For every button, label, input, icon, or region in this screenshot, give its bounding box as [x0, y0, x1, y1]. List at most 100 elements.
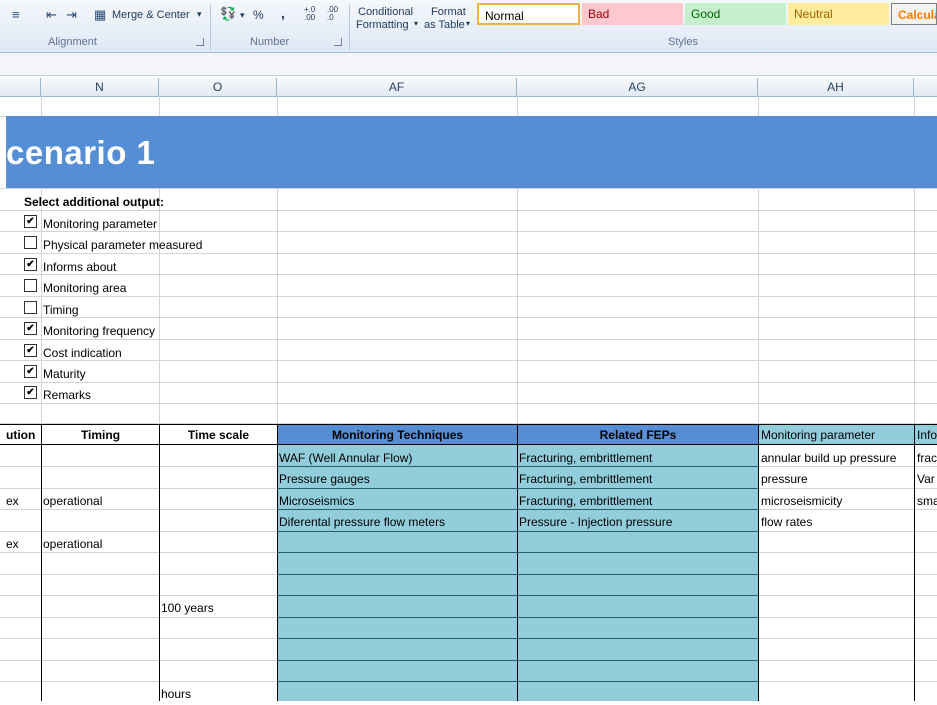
checkbox-monitoring-parameter[interactable]: ✔ — [24, 215, 37, 229]
option-label: Monitoring area — [43, 280, 127, 295]
cell-parameter[interactable]: pressure — [761, 469, 913, 490]
cell-time-scale[interactable]: 100 years — [161, 598, 275, 619]
scenario-banner[interactable]: cenario 1 — [6, 116, 937, 188]
option-remarks[interactable]: ✔ Remarks — [24, 386, 91, 402]
accounting-format-icon[interactable]: 💱 — [220, 7, 236, 21]
merge-dropdown-icon[interactable]: ▾ — [197, 9, 202, 20]
merge-center-button[interactable]: Merge & Center — [112, 9, 190, 21]
checkbox-monitoring-frequency[interactable]: ✔ — [24, 322, 37, 336]
header-informs[interactable]: Info — [914, 424, 937, 445]
header-resolution[interactable]: ution — [0, 424, 42, 445]
option-label: Remarks — [43, 387, 92, 402]
option-physical-parameter[interactable]: Physical parameter measured — [24, 236, 202, 252]
checkbox-maturity[interactable]: ✔ — [24, 365, 37, 379]
spreadsheet-grid[interactable]: cenario 1 Select additional output: ✔ Mon… — [0, 96, 937, 701]
cell-info[interactable]: sma — [917, 491, 937, 512]
option-monitoring-parameter[interactable]: ✔ Monitoring parameter — [24, 215, 157, 231]
option-timing[interactable]: Timing — [24, 301, 79, 317]
column-header-n[interactable]: N — [41, 78, 159, 96]
align-right-icon[interactable]: ≡ — [12, 8, 20, 22]
decrease-decimal-button[interactable]: .00.0 — [327, 6, 338, 22]
checkbox-cost-indication[interactable]: ✔ — [24, 344, 37, 358]
format-as-table-line2[interactable]: as Table — [424, 19, 465, 31]
header-monitoring-techniques[interactable]: Monitoring Techniques — [277, 424, 518, 445]
cell-timing[interactable]: operational — [43, 534, 157, 555]
column-headers: N O AF AG AH — [0, 78, 937, 97]
number-launcher-icon[interactable] — [334, 38, 342, 46]
column-header-ag[interactable]: AG — [517, 78, 758, 96]
cell-fep[interactable]: Fracturing, embrittlement — [519, 469, 756, 490]
gridline — [0, 317, 937, 318]
cell-resolution[interactable]: ex — [6, 491, 40, 512]
style-neutral[interactable]: Neutral — [788, 3, 889, 25]
header-time-scale[interactable]: Time scale — [159, 424, 278, 445]
decrease-indent-icon[interactable]: ⇤ — [46, 8, 57, 22]
option-maturity[interactable]: ✔ Maturity — [24, 365, 86, 381]
select-output-label: Select additional output: — [24, 195, 164, 209]
table-border — [914, 445, 915, 701]
cell-timing[interactable]: operational — [43, 491, 157, 512]
percent-style-button[interactable]: % — [253, 8, 264, 22]
checkbox-remarks[interactable]: ✔ — [24, 386, 37, 400]
formula-bar-area — [0, 53, 937, 76]
table-border — [277, 445, 278, 701]
conditional-dropdown-icon[interactable]: ▾ — [414, 19, 418, 28]
column-header-ah[interactable]: AH — [758, 78, 914, 96]
style-good[interactable]: Good — [685, 3, 786, 25]
cell-technique[interactable]: Diferental pressure flow meters — [279, 512, 515, 533]
increase-decimal-button[interactable]: +.0.00 — [304, 6, 315, 22]
accounting-dropdown-icon[interactable]: ▾ — [240, 10, 245, 21]
cell-fep[interactable]: Pressure - Injection pressure — [519, 512, 756, 533]
gridline — [0, 188, 937, 189]
cell-parameter[interactable]: microseismicity — [761, 491, 913, 512]
alignment-launcher-icon[interactable] — [196, 38, 204, 46]
conditional-formatting-line2[interactable]: Formatting — [356, 19, 409, 31]
header-timing[interactable]: Timing — [41, 424, 160, 445]
option-monitoring-area[interactable]: Monitoring area — [24, 279, 126, 295]
option-informs-about[interactable]: ✔ Informs about — [24, 258, 116, 274]
checkbox-timing[interactable] — [24, 301, 37, 315]
checkbox-monitoring-area[interactable] — [24, 279, 37, 293]
gridline — [0, 360, 937, 361]
conditional-formatting-line1[interactable]: Conditional — [358, 6, 413, 18]
style-bad[interactable]: Bad — [582, 3, 683, 25]
table-border — [517, 445, 518, 701]
table-border — [41, 445, 42, 701]
column-header-hidden[interactable] — [0, 78, 41, 96]
style-calculation[interactable]: Calcula — [891, 3, 937, 25]
cell-resolution[interactable]: ex — [6, 534, 40, 555]
style-normal[interactable]: Normal — [477, 3, 580, 25]
gridline — [0, 210, 937, 211]
column-header-af[interactable]: AF — [277, 78, 517, 96]
cell-fep[interactable]: Fracturing, embrittlement — [519, 448, 756, 469]
cell-info[interactable]: Var — [917, 469, 937, 490]
checkbox-informs-about[interactable]: ✔ — [24, 258, 37, 272]
cell-time-scale[interactable]: hours — [161, 684, 275, 705]
option-cost-indication[interactable]: ✔ Cost indication — [24, 344, 122, 360]
format-table-dropdown-icon[interactable]: ▾ — [466, 19, 470, 28]
option-label: Physical parameter measured — [43, 237, 203, 252]
cell-fep[interactable]: Fracturing, embrittlement — [519, 491, 756, 512]
option-monitoring-frequency[interactable]: ✔ Monitoring frequency — [24, 322, 155, 338]
row-line — [277, 574, 758, 575]
cell-technique[interactable]: Microseismics — [279, 491, 515, 512]
cell-parameter[interactable]: annular build up pressure — [761, 448, 913, 469]
cell-parameter[interactable]: flow rates — [761, 512, 913, 533]
gridline — [0, 231, 937, 232]
cell-technique[interactable]: WAF (Well Annular Flow) — [279, 448, 515, 469]
cell-technique[interactable]: Pressure gauges — [279, 469, 515, 490]
column-header-o[interactable]: O — [159, 78, 277, 96]
comma-style-button[interactable]: , — [281, 5, 285, 21]
separator — [349, 4, 350, 50]
checkbox-physical-parameter[interactable] — [24, 236, 37, 250]
row-line — [277, 617, 758, 618]
format-as-table-line1[interactable]: Format — [431, 6, 466, 18]
gridline — [0, 253, 937, 254]
cell-info[interactable]: frac — [917, 448, 937, 469]
column-header-next[interactable] — [914, 78, 937, 96]
increase-indent-icon[interactable]: ⇥ — [66, 8, 77, 22]
row-line — [277, 681, 758, 682]
header-related-feps[interactable]: Related FEPs — [517, 424, 759, 445]
scenario-title: cenario 1 — [6, 134, 156, 171]
header-monitoring-parameter[interactable]: Monitoring parameter — [758, 424, 915, 445]
